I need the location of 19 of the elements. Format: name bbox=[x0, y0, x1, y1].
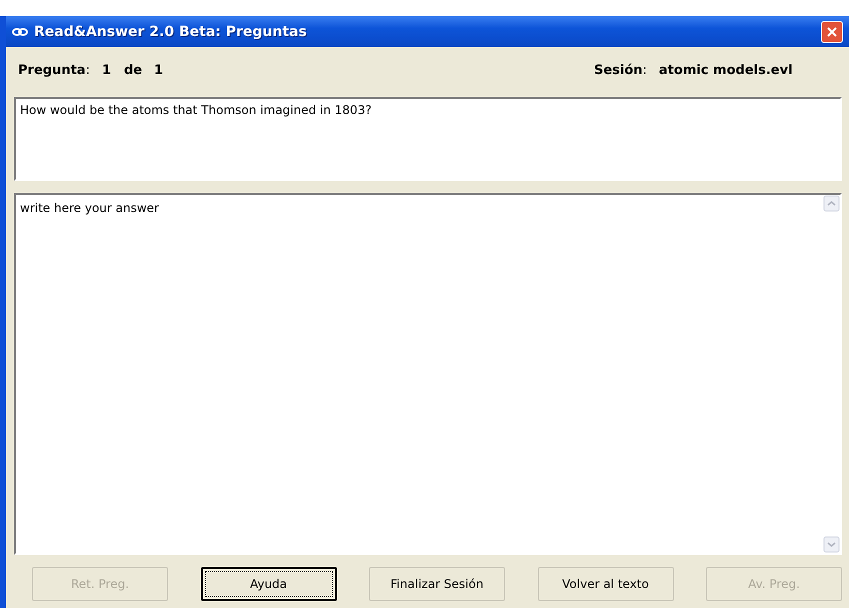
dialog-button[interactable]: Finalizar Sesión bbox=[369, 567, 505, 601]
answer-field[interactable]: write here your answer bbox=[14, 193, 842, 555]
question-label: Pregunta bbox=[18, 62, 86, 78]
close-icon bbox=[826, 26, 838, 38]
dialog-button[interactable]: Volver al texto bbox=[538, 567, 674, 601]
question-text: How would be the atoms that Thomson imagined in 1803? bbox=[14, 97, 842, 181]
question-total: 1 bbox=[154, 62, 164, 78]
app-icon bbox=[12, 26, 28, 36]
session-name: atomic models.evl bbox=[658, 62, 793, 78]
colon: : bbox=[86, 62, 90, 78]
of-label: de bbox=[124, 62, 144, 78]
close-button[interactable] bbox=[821, 20, 843, 42]
scroll-down-icon[interactable] bbox=[823, 536, 840, 553]
colon: : bbox=[642, 62, 647, 78]
scroll-up-icon[interactable] bbox=[823, 195, 840, 212]
window-title: Read&Answer 2.0 Beta: Preguntas bbox=[34, 24, 308, 40]
dialog-button[interactable]: Ayuda bbox=[200, 567, 336, 601]
question-number: 1 bbox=[102, 62, 112, 78]
session-label: Sesión bbox=[594, 62, 643, 78]
